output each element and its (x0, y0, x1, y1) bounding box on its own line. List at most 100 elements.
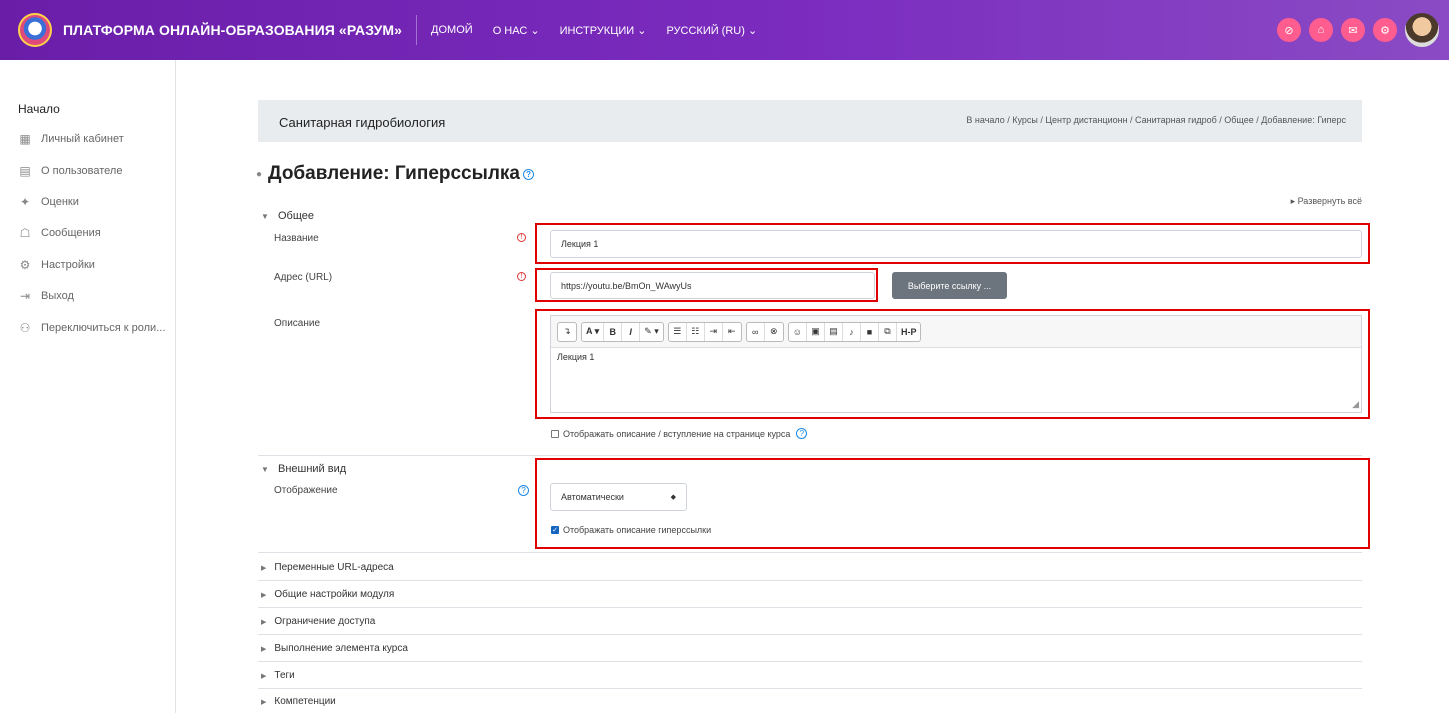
link-icon[interactable]: ∞ (747, 322, 765, 341)
url-label: Адрес (URL) (274, 272, 333, 283)
section-divider (258, 455, 1362, 456)
url-input-value: https://youtu.be/BmOn_WAwyUs (561, 280, 692, 291)
help-icon[interactable]: ? (518, 485, 529, 496)
section-divider (258, 607, 1362, 608)
toolbar-group-media: ☺ ▣ ▤ ♪ ■ ⧉ H-P (787, 321, 922, 342)
expand-all-link[interactable]: ▸ Развернуть всё (1291, 196, 1362, 207)
section-title: Выполнение элемента курса (274, 643, 408, 654)
editor-toolbar: ↴ A ▾ B I ✎ ▾ ☰ ☷ ⇥ ⇤ ∞ ⊗ ☺ ▣ ▤ ♪ ■ ⧉ H-… (551, 316, 1361, 348)
chevron-right-icon: ▶ (261, 673, 267, 680)
collapse-toolbar-icon[interactable]: ↴ (558, 323, 576, 341)
toolbar-group-collapse: ↴ (557, 321, 577, 342)
url-module-icon: ● (256, 168, 263, 180)
section-general-title: Общее (277, 210, 315, 222)
italic-icon[interactable]: I (622, 322, 641, 341)
notifications-icon[interactable]: ⌂ (1309, 18, 1333, 42)
unlink-icon[interactable]: ⊗ (765, 323, 783, 341)
sidebar-item-label: Выход (41, 290, 74, 302)
bullet-list-icon[interactable]: ☰ (669, 322, 687, 341)
emoji-icon[interactable]: ☺ (789, 322, 807, 341)
sidebar-item-label: Личный кабинет (41, 133, 124, 145)
section-divider (258, 661, 1362, 662)
name-input-value: Лекция 1 (561, 239, 599, 249)
checkbox-unchecked[interactable] (551, 429, 559, 438)
sidebar-item-logout[interactable]: ⇥ Выход (18, 289, 74, 303)
display-select-value: Автоматически (561, 492, 624, 502)
image-icon[interactable]: ▣ (807, 322, 825, 341)
sidebar-item-label: Переключиться к роли... (41, 322, 166, 334)
h5p-icon[interactable]: H-P (897, 323, 921, 341)
section-appearance-title: Внешний вид (277, 463, 347, 475)
checkbox-checked[interactable]: ✓ (551, 526, 559, 534)
section-module-settings[interactable]: ▶ Общие настройки модуля (261, 589, 394, 600)
site-logo[interactable] (18, 13, 52, 47)
grades-icon: ✦ (19, 195, 31, 209)
name-input[interactable]: Лекция 1 (550, 230, 1362, 258)
choose-link-button[interactable]: Выберите ссылку ... (892, 272, 1007, 299)
editor-content[interactable]: Лекция 1 (551, 348, 1361, 366)
sidebar-item-dashboard[interactable]: ▦ Личный кабинет (18, 132, 124, 146)
paragraph-style-icon[interactable]: A ▾ (582, 322, 605, 341)
dashboard-icon: ▦ (19, 132, 31, 146)
help-icon[interactable]: ? (796, 428, 808, 439)
section-competencies[interactable]: ▶ Компетенции (261, 696, 336, 707)
url-input[interactable]: https://youtu.be/BmOn_WAwyUs (550, 272, 875, 299)
sidebar-item-label: Сообщения (41, 227, 101, 239)
nav-home[interactable]: ДОМОЙ (431, 24, 473, 36)
navbar-actions: ⊘ ⌂ ✉ ⚙ (1277, 13, 1439, 47)
show-link-description-label: Отображать описание гиперссылки (563, 525, 712, 535)
navbar-divider (416, 15, 418, 45)
outdent-icon[interactable]: ⇤ (723, 323, 741, 341)
microphone-icon[interactable]: ♪ (843, 322, 861, 341)
section-title: Переменные URL-адреса (274, 562, 394, 573)
numbered-list-icon[interactable]: ☷ (687, 322, 705, 341)
section-title: Теги (274, 670, 295, 681)
switch-role-icon: ⚇ (19, 321, 31, 335)
name-label: Название (274, 233, 319, 244)
sidebar-item-grades[interactable]: ✦ Оценки (18, 195, 79, 209)
nav-language[interactable]: РУССКИЙ (RU) ⌄ (666, 24, 757, 37)
page-title-text: Добавление: Гиперссылка (268, 163, 521, 184)
help-icon[interactable]: ? (523, 168, 535, 180)
breadcrumb[interactable]: В начало / Курсы / Центр дистанционн / С… (966, 115, 1346, 125)
top-navbar: ПЛАТФОРМА ОНЛАЙН-ОБРАЗОВАНИЯ «РАЗУМ» ДОМ… (0, 0, 1449, 60)
media-icon[interactable]: ▤ (825, 322, 843, 341)
section-divider (258, 688, 1362, 689)
section-url-variables[interactable]: ▶ Переменные URL-адреса (261, 562, 394, 573)
chevron-down-icon: ▼ (261, 465, 269, 474)
description-editor[interactable]: ↴ A ▾ B I ✎ ▾ ☰ ☷ ⇥ ⇤ ∞ ⊗ ☺ ▣ ▤ ♪ ■ ⧉ H-… (550, 315, 1362, 413)
resize-handle-icon[interactable]: ◢ (1352, 399, 1359, 410)
messages-icon: ☖ (19, 226, 31, 240)
user-avatar[interactable] (1405, 13, 1439, 47)
manage-files-icon[interactable]: ⧉ (879, 322, 897, 341)
show-link-description-checkbox[interactable]: ✓ Отображать описание гиперссылки (551, 525, 711, 535)
bold-icon[interactable]: B (604, 322, 623, 341)
sidebar: Начало ▦ Личный кабинет ▤ О пользователе… (0, 60, 176, 713)
site-brand[interactable]: ПЛАТФОРМА ОНЛАЙН-ОБРАЗОВАНИЯ «РАЗУМ» (63, 22, 402, 38)
show-description-checkbox[interactable]: Отображать описание / вступление на стра… (551, 428, 808, 439)
section-appearance-toggle[interactable]: ▼ Внешний вид (261, 463, 346, 475)
sidebar-item-switch-role[interactable]: ⚇ Переключиться к роли... (18, 321, 166, 335)
section-activity-completion[interactable]: ▶ Выполнение элемента курса (261, 643, 408, 654)
video-icon[interactable]: ■ (861, 322, 879, 341)
sidebar-title[interactable]: Начало (18, 102, 60, 116)
chevron-right-icon: ▶ (261, 592, 267, 599)
hide-icon[interactable]: ⊘ (1277, 18, 1301, 42)
section-general-toggle[interactable]: ▼ Общее (261, 210, 314, 222)
chat-icon[interactable]: ✉ (1341, 18, 1365, 42)
section-divider (258, 634, 1362, 635)
display-select[interactable]: Автоматически ◆ (550, 483, 687, 511)
section-tags[interactable]: ▶ Теги (261, 670, 295, 681)
section-access-restrictions[interactable]: ▶ Ограничение доступа (261, 616, 375, 627)
sidebar-item-messages[interactable]: ☖ Сообщения (18, 226, 101, 240)
indent-icon[interactable]: ⇥ (705, 322, 723, 341)
font-color-icon[interactable]: ✎ ▾ (640, 323, 663, 341)
gear-icon[interactable]: ⚙ (1373, 18, 1397, 42)
chevron-down-icon: ▼ (261, 212, 269, 221)
toolbar-group-links: ∞ ⊗ (745, 321, 784, 342)
sidebar-item-profile[interactable]: ▤ О пользователе (18, 164, 122, 178)
user-card-icon: ▤ (19, 164, 31, 178)
nav-instructions[interactable]: ИНСТРУКЦИИ ⌄ (560, 24, 647, 37)
sidebar-item-settings[interactable]: ⚙ Настройки (18, 258, 95, 272)
nav-about[interactable]: О НАС ⌄ (493, 24, 540, 37)
